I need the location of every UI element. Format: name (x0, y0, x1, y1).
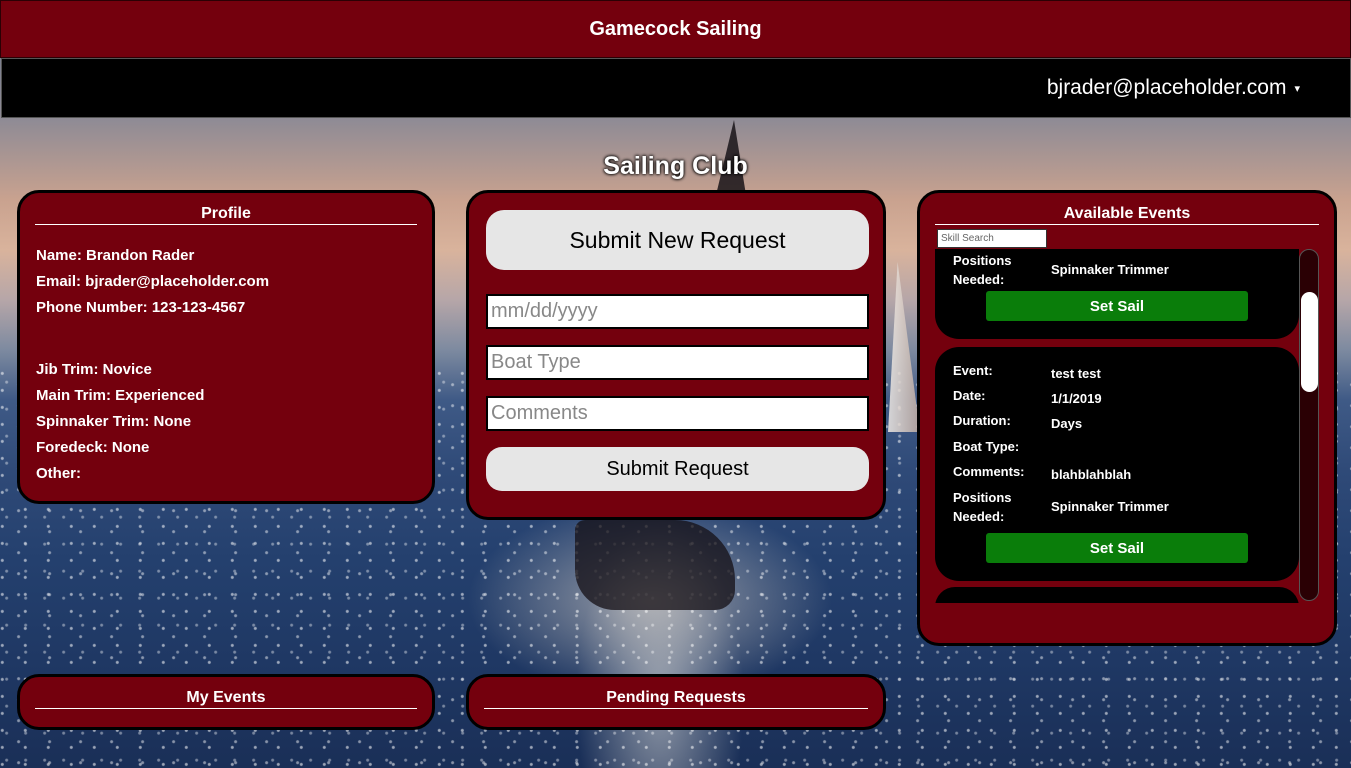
profile-panel: Profile Name: Brandon Rader Email: bjrad… (17, 190, 435, 504)
submit-request-button[interactable]: Submit Request (486, 447, 869, 491)
my-events-title: My Events (35, 677, 417, 709)
caret-down-icon: ▾ (1294, 82, 1300, 95)
event-comments-row: Comments: blahblahblah (953, 462, 1131, 484)
background-boat (575, 520, 735, 610)
event-positions-row: Positions Needed: Spinnaker Trimmer (953, 251, 1169, 289)
profile-phone: Phone Number: 123-123-4567 (36, 299, 246, 316)
event-boat-type-row: Boat Type: (953, 437, 1051, 456)
scrollbar-thumb[interactable] (1301, 292, 1318, 392)
user-menu-dropdown[interactable]: bjrader@placeholder.com ▾ (1047, 76, 1300, 100)
date-value: 1/1/2019 (1051, 391, 1102, 406)
comments-input[interactable] (486, 396, 869, 431)
profile-name: Name: Brandon Rader (36, 247, 195, 264)
pending-requests-panel: Pending Requests (466, 674, 886, 730)
set-sail-button[interactable]: Set Sail (986, 291, 1248, 321)
date-input[interactable] (486, 294, 869, 329)
profile-email: Email: bjrader@placeholder.com (36, 273, 270, 290)
skill-main-trim: Main Trim: Experienced (36, 387, 205, 404)
event-card (935, 587, 1299, 603)
available-events-title: Available Events (935, 193, 1319, 225)
events-scrollbar[interactable] (1299, 249, 1319, 601)
events-list[interactable]: Positions Needed: Spinnaker Trimmer Set … (935, 249, 1303, 603)
page-heading: Sailing Club (603, 152, 748, 180)
event-duration-row: Duration: Days (953, 411, 1082, 433)
submit-new-request-button[interactable]: Submit New Request (486, 210, 869, 270)
site-title: Gamecock Sailing (589, 17, 762, 40)
event-label: Event: (953, 363, 993, 378)
event-date-row: Date: 1/1/2019 (953, 386, 1102, 408)
skill-other: Other: (36, 465, 81, 482)
new-request-panel: Submit New Request Submit Request (466, 190, 886, 520)
my-events-panel: My Events (17, 674, 435, 730)
date-label: Date: (953, 388, 986, 403)
available-events-panel: Available Events Positions Needed: Spinn… (917, 190, 1337, 646)
profile-title: Profile (35, 193, 417, 225)
boat-type-input[interactable] (486, 345, 869, 380)
event-card: Positions Needed: Spinnaker Trimmer Set … (935, 249, 1299, 339)
positions-label: Positions (953, 253, 1012, 268)
event-value: test test (1051, 366, 1101, 381)
positions-value: Spinnaker Trimmer (1051, 499, 1169, 514)
duration-label: Duration: (953, 413, 1011, 428)
event-name-row: Event: test test (953, 361, 1101, 383)
comments-label: Comments: (953, 464, 1025, 479)
positions-label: Positions (953, 490, 1012, 505)
comments-value: blahblahblah (1051, 467, 1132, 482)
needed-label: Needed: (953, 509, 1005, 524)
site-header: Gamecock Sailing (0, 0, 1351, 58)
skill-foredeck: Foredeck: None (36, 439, 150, 456)
event-positions-row: Positions Needed: Spinnaker Trimmer (953, 488, 1169, 526)
boat-type-label: Boat Type: (953, 439, 1020, 454)
skill-search-input[interactable] (937, 229, 1047, 248)
event-card: Event: test test Date: 1/1/2019 Duration… (935, 347, 1299, 581)
set-sail-button[interactable]: Set Sail (986, 533, 1248, 563)
positions-value: Spinnaker Trimmer (1051, 262, 1169, 277)
navbar: bjrader@placeholder.com ▾ (1, 58, 1351, 118)
needed-label: Needed: (953, 272, 1005, 287)
duration-value: Days (1051, 416, 1083, 431)
skill-spinnaker-trim: Spinnaker Trim: None (36, 413, 192, 430)
user-email: bjrader@placeholder.com (1046, 76, 1287, 99)
skill-jib-trim: Jib Trim: Novice (36, 361, 152, 378)
pending-requests-title: Pending Requests (484, 677, 868, 709)
